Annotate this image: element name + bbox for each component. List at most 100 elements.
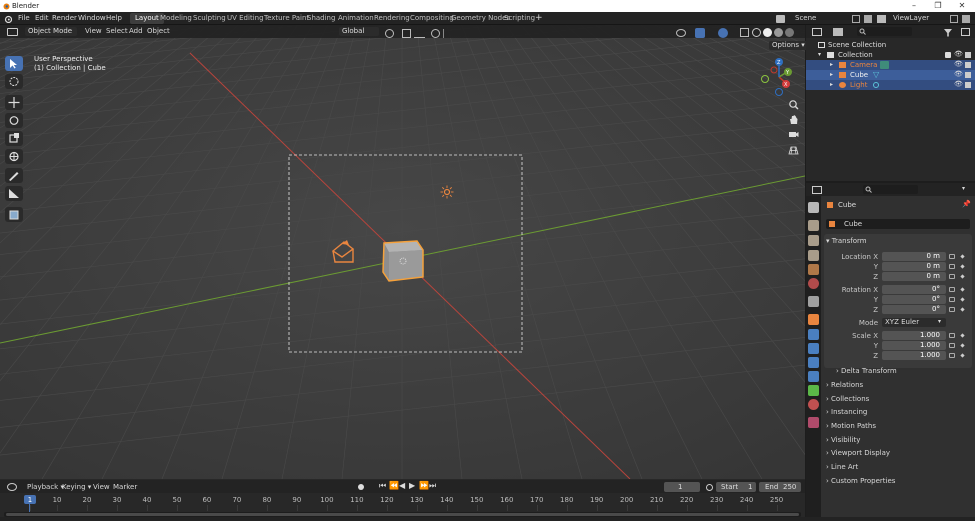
overlay-toggle-icon[interactable] [718, 28, 728, 38]
tab-modifiers-icon[interactable] [808, 329, 819, 340]
outliner-row-camera[interactable]: ▸ Camera 👁 [806, 60, 975, 70]
lock-icon[interactable] [949, 264, 955, 269]
lock-icon[interactable] [949, 287, 955, 292]
viewport-menu-add[interactable]: Add [129, 28, 143, 35]
current-frame-field[interactable]: 1 [664, 482, 700, 492]
end-frame-field[interactable]: End 250 [759, 482, 801, 492]
location-z-field[interactable]: 0 m [882, 272, 946, 281]
menu-edit[interactable]: Edit [35, 15, 49, 22]
location-y-field[interactable]: 0 m [882, 262, 946, 271]
filter-icon[interactable] [943, 28, 953, 37]
perspective-toggle-icon[interactable] [788, 145, 799, 156]
tool-cursor[interactable] [5, 74, 23, 89]
wireframe-shading-icon[interactable] [752, 28, 761, 37]
add-workspace-button[interactable]: + [535, 14, 543, 23]
tab-texture-icon[interactable] [808, 417, 819, 428]
menu-help[interactable]: Help [106, 15, 122, 22]
lock-icon[interactable] [949, 274, 955, 279]
xray-toggle-icon[interactable] [740, 28, 749, 37]
rotation-x-field[interactable]: 0° [882, 285, 946, 294]
properties-search-input[interactable] [863, 185, 918, 194]
proportional-edit-icon[interactable] [431, 29, 440, 38]
jump-next-keyframe-icon[interactable]: ⏩ [419, 482, 429, 490]
mode-dropdown[interactable]: Object Mode [25, 27, 77, 36]
rendered-shading-icon[interactable] [785, 28, 794, 37]
outliner-row-light[interactable]: ▸ Light 👁 [806, 80, 975, 90]
navigation-gizmo[interactable]: X Y Z [757, 57, 799, 97]
render-camera-icon[interactable] [965, 72, 971, 78]
timeline-editor-type-icon[interactable] [7, 483, 17, 491]
object-name-field[interactable]: Cube [826, 219, 970, 229]
scene-name[interactable]: Scene [795, 15, 816, 22]
remove-viewlayer-icon[interactable] [962, 15, 970, 23]
viewport-menu-view[interactable]: View [85, 28, 102, 35]
section-viewport-display[interactable]: › Viewport Display [826, 450, 890, 457]
jump-prev-keyframe-icon[interactable]: ⏪ [389, 482, 399, 490]
properties-options-icon[interactable]: ▾ [962, 186, 965, 192]
render-camera-icon[interactable] [965, 62, 971, 68]
zoom-icon[interactable] [788, 99, 799, 110]
menu-window[interactable]: Window [78, 15, 106, 22]
new-viewlayer-icon[interactable] [950, 15, 958, 23]
timeline-menu-view[interactable]: View [93, 484, 110, 491]
start-frame-field[interactable]: Start 1 [716, 482, 756, 492]
tab-scripting[interactable]: Scripting [499, 13, 540, 24]
section-relations[interactable]: › Relations [826, 382, 863, 389]
falloff-icon[interactable] [443, 29, 452, 38]
tab-render-icon[interactable] [808, 220, 819, 231]
pin-icon[interactable]: 📌 [962, 201, 971, 208]
snap-icon[interactable] [402, 29, 411, 38]
render-camera-icon[interactable] [965, 52, 971, 58]
minimize-icon[interactable]: – [908, 1, 920, 10]
outliner-row-collection[interactable]: ▾ Collection 👁 [806, 50, 975, 60]
section-visibility[interactable]: › Visibility [826, 437, 860, 444]
tab-tool-icon[interactable] [808, 202, 819, 213]
camera-view-icon[interactable] [788, 129, 799, 140]
light-object[interactable] [440, 185, 454, 199]
visibility-eye-icon[interactable]: 👁 [954, 51, 963, 58]
section-motion-paths[interactable]: › Motion Paths [826, 423, 876, 430]
lock-icon[interactable] [949, 307, 955, 312]
lock-icon[interactable] [949, 254, 955, 259]
tool-transform[interactable] [5, 149, 23, 164]
tab-world-icon[interactable] [808, 278, 819, 289]
editor-type-icon[interactable] [7, 28, 18, 36]
outliner-row-scene-collection[interactable]: Scene Collection [806, 40, 975, 50]
render-camera-icon[interactable] [965, 82, 971, 88]
section-collections[interactable]: › Collections [826, 396, 869, 403]
outliner-row-cube[interactable]: ▸ Cube ▽ 👁 [806, 70, 975, 80]
visibility-eye-icon[interactable]: 👁 [954, 61, 963, 68]
blender-menu-icon[interactable] [4, 15, 12, 23]
section-instancing[interactable]: › Instancing [826, 409, 867, 416]
clock-icon[interactable] [706, 484, 713, 491]
play-reverse-icon[interactable]: ◀ [399, 482, 405, 490]
expand-arrow-icon[interactable]: ▸ [830, 82, 833, 88]
tab-data-icon[interactable] [808, 385, 819, 396]
mesh-data-icon[interactable]: ▽ [873, 71, 879, 79]
timeline-menu-playback[interactable]: Playback ▾ [27, 484, 64, 491]
viewlayer-name[interactable]: ViewLayer [893, 15, 929, 22]
tool-move[interactable] [5, 95, 23, 110]
rotation-z-field[interactable]: 0° [882, 305, 946, 314]
delta-transform-section[interactable]: › Delta Transform [836, 368, 897, 375]
expand-arrow-icon[interactable]: ▸ [830, 72, 833, 78]
options-dropdown[interactable]: Options ▾ [769, 41, 808, 50]
cube-object[interactable] [382, 240, 424, 282]
snap-target-icon[interactable] [414, 29, 425, 38]
viewlayer-icon[interactable] [877, 15, 886, 23]
scale-z-field[interactable]: 1.000 [882, 351, 946, 360]
menu-file[interactable]: File [18, 15, 30, 22]
visibility-eye-icon[interactable]: 👁 [954, 81, 963, 88]
lock-icon[interactable] [949, 353, 955, 358]
viewport-menu-object[interactable]: Object [147, 28, 170, 35]
location-x-field[interactable]: 0 m [882, 252, 946, 261]
section-custom-properties[interactable]: › Custom Properties [826, 478, 895, 485]
timeline-menu-marker[interactable]: Marker [113, 484, 137, 491]
visibility-filter-icon[interactable] [676, 29, 686, 37]
tab-physics-icon[interactable] [808, 357, 819, 368]
gizmo-toggle-icon[interactable] [695, 28, 705, 38]
lock-icon[interactable] [949, 333, 955, 338]
rotation-y-field[interactable]: 0° [882, 295, 946, 304]
outliner-editor-type-icon[interactable] [812, 28, 822, 36]
tab-particles-icon[interactable] [808, 343, 819, 354]
